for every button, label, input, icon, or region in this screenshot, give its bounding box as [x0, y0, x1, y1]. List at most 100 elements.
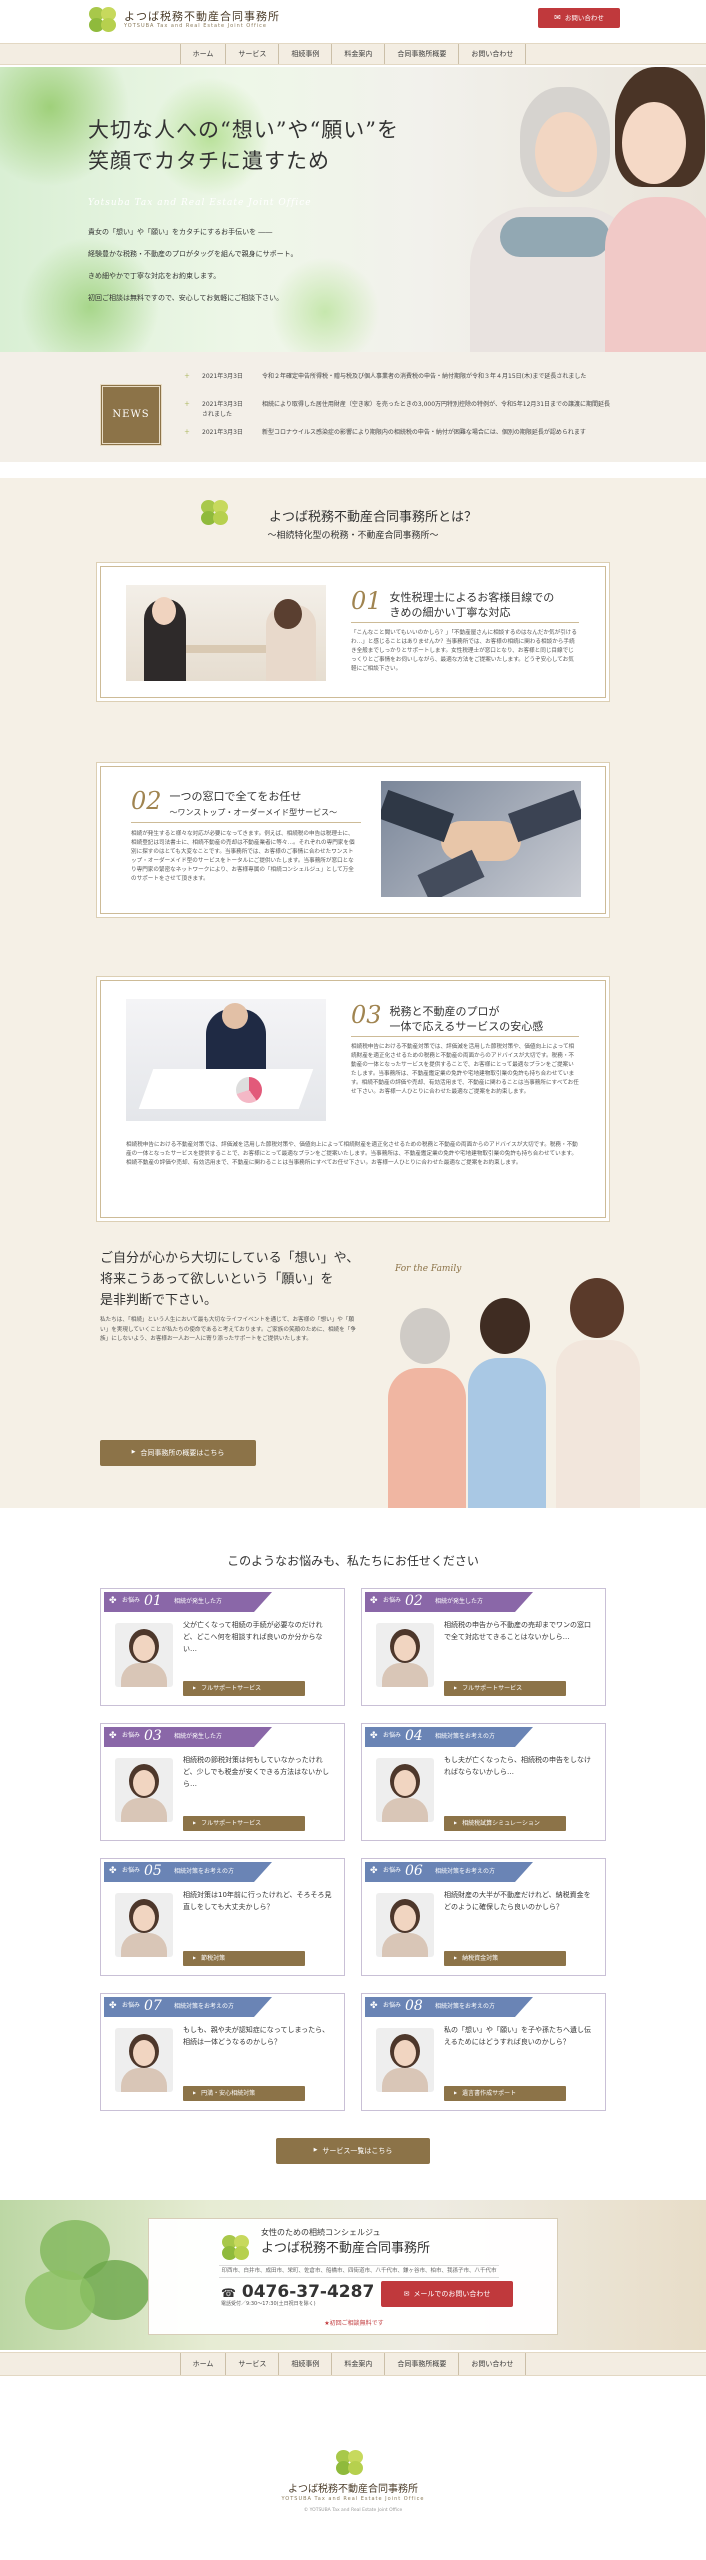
worry-prefix: お悩み: [122, 2002, 141, 2009]
news-item[interactable]: ＋ 2021年3月3日 相続により取得した居住用財産（空き家）を売ったときの3,0…: [184, 400, 614, 420]
three-women-photo: [380, 1268, 680, 1508]
header-contact-label: お問い合わせ: [564, 13, 604, 22]
feature-heading-line1: 女性税理士によるお客様目線での: [389, 591, 555, 605]
worry-service-button[interactable]: 相続税試算シミュレーション: [444, 1816, 566, 1831]
worry-service-button[interactable]: 遺言書作成サポート: [444, 2086, 566, 2101]
worry-category: 相続対策をお考えの方: [435, 2003, 496, 2010]
worry-number: 01: [144, 1593, 162, 1609]
clover-small-icon: ✤: [370, 1731, 378, 1741]
worry-card-header: ✤ お悩み 02 相続が発生した方: [365, 1592, 602, 1612]
news-date: 2021年3月3日: [202, 401, 243, 408]
service-list-button[interactable]: ▶ サービス一覧はこちら: [276, 2138, 430, 2164]
feature-text: 相続税申告における不動産対策では、評価減を活用した節税対策や、価値向上によって相…: [351, 1044, 579, 1095]
news-label: NEWS: [100, 384, 162, 446]
news-item[interactable]: ＋ 2021年3月3日 令和２年確定申告所得税・贈与税及び個人事業者の消費税の申告…: [184, 372, 614, 382]
nav-service[interactable]: サービス: [225, 44, 278, 64]
footer-office-sub: YOTSUBA Tax and Real Estate Joint Office: [281, 2496, 425, 2502]
service-list-label: サービス一覧はこちら: [322, 2146, 393, 2155]
arrow-icon: ▶: [131, 1449, 136, 1456]
worry-service-label: フルサポートサービス: [462, 1684, 523, 1692]
worry-number: 05: [144, 1863, 162, 1879]
feature-number: 01: [351, 587, 382, 615]
news-item[interactable]: ＋ 2021年3月3日 新型コロナウイルス感染症の影響により期限内の相続税の申告・…: [184, 428, 614, 438]
worry-service-label: 相続税試算シミュレーション: [462, 1819, 540, 1827]
family-text: 私たちは、「相続」という人生において最も大切なライフイベントを通じて、お客様の「…: [100, 1317, 356, 1342]
site-logo[interactable]: よつば税務不動産合同事務所 YOTSUBA Tax and Real Estat…: [86, 5, 280, 35]
mail-icon: ✉: [554, 12, 561, 22]
footer-nav-office[interactable]: 合同事務所概要: [384, 2353, 458, 2375]
worry-photo: [376, 2028, 434, 2092]
feature-text-extra: 相続税申告における不動産対策では、評価減を活用した節税対策や、価値向上によって相…: [126, 1142, 578, 1166]
worry-service-label: フルサポートサービス: [201, 1684, 262, 1692]
nav-home[interactable]: ホーム: [179, 44, 226, 64]
worry-service-button[interactable]: 節税対策: [183, 1951, 305, 1966]
clover-icon: [219, 2233, 253, 2263]
family-heading: ご自分が心から大切にしている「想い」や、 将来こうあって欲しいという「願い」を …: [100, 1248, 359, 1311]
worries-section: このようなお悩みも、私たちにお任せください ✤ お悩み 01 相続が発生した方 父が亡く…: [0, 1510, 706, 2200]
office-overview-button[interactable]: ▶ 合同事務所の概要はこちら: [100, 1440, 256, 1466]
about-section: よつば税務不動産合同事務所とは？ 〜相続特化型の税務・不動産合同事務所〜 01 …: [0, 478, 706, 1508]
about-subtitle: 〜相続特化型の税務・不動産合同事務所〜: [267, 531, 439, 541]
worry-text: もしも、親や夫が認知症になってしまったら、相続は一体どうなるのかしら？: [183, 2026, 330, 2046]
news-text: 相続により取得した居住用財産（空き家）を売ったときの3,000万円特別控除の特例…: [202, 401, 611, 418]
phone-icon: ☎: [221, 2286, 236, 2300]
hero-line4: 初回ご相談は無料ですので、安心してお気軽にご相談下さい。: [88, 294, 284, 302]
feature-heading-line2: 一体で応えるサービスの安心感: [389, 1020, 544, 1034]
header-contact-button[interactable]: ✉ お問い合わせ: [538, 8, 620, 28]
news-text: 新型コロナウイルス感染症の影響により期限内の相続税の申告・納付が困難な場合には、…: [262, 429, 586, 436]
hero-photo-mother-daughter: [390, 67, 706, 352]
worry-text: 相続税の節税対策は何もしていなかったけれど、少しでも税金が安くできる方法はないか…: [183, 1756, 330, 1788]
footer-nav-contact[interactable]: お問い合わせ: [458, 2353, 527, 2375]
hero-title: 大切な人への“想い”や“願い”を 笑顔でカタチに遺すため: [88, 115, 399, 177]
feature-card-01: 01 女性税理士によるお客様目線での きめの細かい丁寧な対応 「こんなこと聞いても…: [100, 566, 606, 698]
nav-fees[interactable]: 料金案内: [331, 44, 384, 64]
plus-icon: ＋: [184, 429, 191, 436]
mail-icon: ✉: [403, 2289, 410, 2298]
feature-heading-line1: 一つの窓口で全てをお任せ: [169, 790, 302, 804]
document-meeting-photo: [126, 999, 326, 1121]
nav-cases[interactable]: 相続事例: [278, 44, 331, 64]
logo-title: よつば税務不動産合同事務所: [124, 9, 280, 23]
worry-text: 相続税の申告から不動産の売却までワンの窓口で全て対応せてきることはないかしら…: [444, 1621, 591, 1641]
worry-text: 父が亡くなって相続の手続が必要なのだけれど、どこへ何を相談すれば良いのか分からな…: [183, 1621, 323, 1653]
worry-service-button[interactable]: フルサポートサービス: [183, 1816, 305, 1831]
feature-heading: 女性税理士によるお客様目線での きめの細かい丁寧な対応: [390, 590, 555, 620]
feature-heading-line2: 〜ワンストップ・オーダーメイド型サービス〜: [169, 808, 338, 818]
worry-service-button[interactable]: 円満・安心相続対策: [183, 2086, 305, 2101]
plus-icon: ＋: [184, 373, 191, 380]
worry-service-button[interactable]: フルサポートサービス: [444, 1681, 566, 1696]
worry-photo: [115, 1893, 173, 1957]
footer-nav-service[interactable]: サービス: [225, 2353, 278, 2375]
worry-number: 03: [144, 1728, 162, 1744]
footer-nav-fees[interactable]: 料金案内: [331, 2353, 384, 2375]
consultation-photo: [126, 585, 326, 681]
worry-category: 相続対策をお考えの方: [174, 1868, 235, 1875]
footer-nav-home[interactable]: ホーム: [179, 2353, 226, 2375]
worry-card: ✤ お悩み 08 相続対策をお考えの方 私の「想い」や「願い」を子や孫たちへ遺し伝えるた…: [361, 1993, 606, 2111]
worry-category: 相続が発生した方: [174, 1598, 223, 1605]
mail-contact-label: メールでのお問い合わせ: [413, 2289, 491, 2298]
nav-office[interactable]: 合同事務所概要: [384, 44, 458, 64]
hero-title-line2: 笑顔でカタチに遺すため: [88, 149, 330, 173]
worry-service-button[interactable]: フルサポートサービス: [183, 1681, 305, 1696]
footer-clover-icon: [333, 2448, 367, 2478]
worry-service-button[interactable]: 納税資金対策: [444, 1951, 566, 1966]
feature-text: 「こんなこと聞いてもいいのかしら？」「不動産屋さんに相談するのはなんだか気が引け…: [351, 630, 577, 672]
nav-contact[interactable]: お問い合わせ: [458, 44, 527, 64]
worry-card: ✤ お悩み 02 相続が発生した方相続税の申告から不動産の売却までワンの窓口で全て対応…: [361, 1588, 606, 1706]
teamwork-hands-photo: [381, 781, 581, 897]
service-areas: 印西市、白井市、成田市、栄町、佐倉市、船橋市、四街道市、八千代市、鎌ヶ谷市、柏市…: [219, 2265, 499, 2278]
footer-nav: ホーム サービス 相続事例 料金案内 合同事務所概要 お問い合わせ: [0, 2352, 706, 2376]
worry-number: 07: [144, 1998, 162, 2014]
worry-card-header: ✤ お悩み 07 相続対策をお考えの方: [104, 1997, 341, 2017]
clover-small-icon: ✤: [370, 1866, 378, 1876]
site-footer: よつば税務不動産合同事務所 YOTSUBA Tax and Real Estat…: [0, 2378, 706, 2560]
family-heading-line3: 是非判断で下さい。: [100, 1293, 218, 1308]
worry-service-label: 節税対策: [201, 1954, 226, 1962]
worry-card: ✤ お悩み 04 相続対策をお考えの方 もし夫が亡くなったら、相続税の申告をしなければな…: [361, 1723, 606, 1841]
feature-text: 相続が発生すると様々な対応が必要になってきます。例えば、相続税の申告は税理士に、…: [131, 831, 355, 882]
mail-contact-button[interactable]: ✉ メールでのお問い合わせ: [381, 2281, 513, 2307]
hero-title-line1: 大切な人への“想い”や“願い”を: [88, 118, 399, 142]
footer-nav-cases[interactable]: 相続事例: [278, 2353, 331, 2375]
worry-photo: [376, 1623, 434, 1687]
